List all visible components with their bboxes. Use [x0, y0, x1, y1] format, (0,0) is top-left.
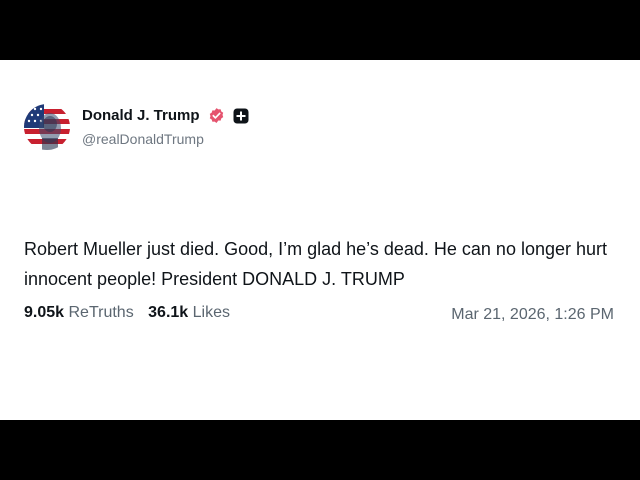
- letterbox-top: [0, 0, 640, 60]
- post-header: Donald J. Trump @realDonaldTrump: [24, 104, 424, 152]
- retruths-stat[interactable]: 9.05k ReTruths: [24, 304, 134, 322]
- retruths-count: 9.05k: [24, 304, 65, 321]
- post-body-text: Robert Mueller just died. Good, I’m glad…: [24, 239, 608, 289]
- likes-count: 36.1k: [148, 304, 189, 321]
- video-frame: Donald J. Trump @realDonaldTrump Robert …: [0, 0, 640, 480]
- likes-stat[interactable]: 36.1k Likes: [148, 304, 230, 322]
- post-timestamp[interactable]: Mar 21, 2026, 1:26 PM: [451, 306, 614, 324]
- plus-badge-icon: [233, 108, 249, 124]
- likes-label: Likes: [192, 304, 231, 321]
- letterbox-bottom: [0, 420, 640, 480]
- author-name-row: Donald J. Trump: [82, 107, 249, 127]
- retruths-label: ReTruths: [68, 304, 134, 321]
- author-handle[interactable]: @realDonaldTrump: [82, 131, 204, 147]
- author-display-name[interactable]: Donald J. Trump: [82, 107, 200, 124]
- avatar[interactable]: [24, 104, 70, 150]
- verified-badge-icon: [208, 107, 225, 124]
